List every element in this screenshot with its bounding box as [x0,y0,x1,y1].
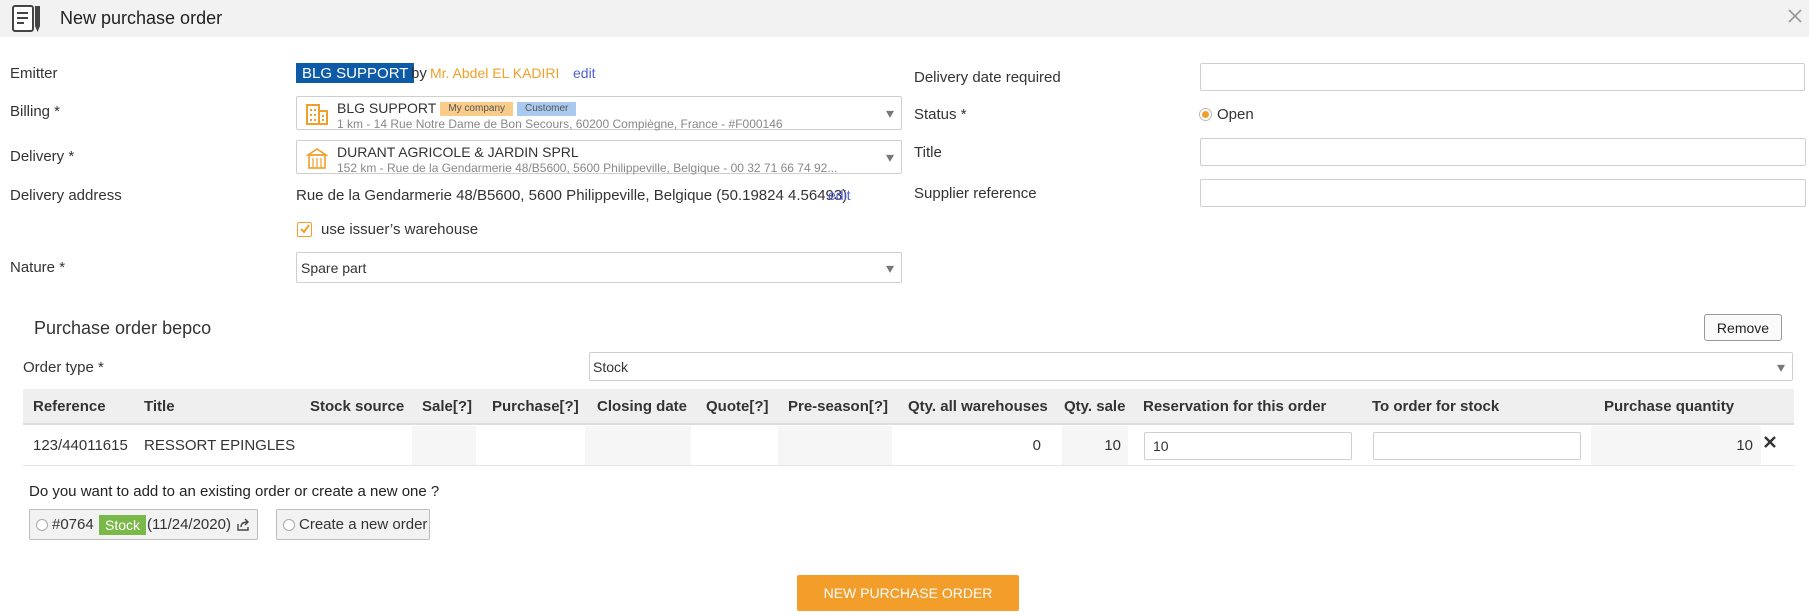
col-pre-season[interactable]: Pre-season[?] [788,398,888,415]
col-quote-text: Quote [706,398,750,415]
cell-pre-season [778,426,892,465]
title-label: Title [914,144,942,161]
help-marker[interactable]: [?] [453,398,472,415]
new-order-label: Create a new order [299,516,428,533]
nature-label: Nature * [10,259,66,276]
to-order-for-stock-input[interactable] [1373,432,1581,460]
building-icon [306,104,328,125]
cell-qty-sale: 10 [1104,437,1121,454]
existing-order-number: #0764 [52,516,94,533]
emitter-label: Emitter [10,65,58,82]
col-reservation[interactable]: Reservation for this order [1143,398,1326,415]
billing-select[interactable]: BLG SUPPORT My company Customer 1 km - 14 … [296,96,902,131]
customer-badge: Customer [517,102,577,116]
table-row: 123/44011615 RESSORT EPINGLES 0 10 10 [23,426,1794,466]
delivery-select[interactable]: DURANT AGRICOLE & JARDIN SPRL 152 km - R… [296,140,902,175]
billing-label: Billing * [10,103,61,120]
new-purchase-order-button[interactable]: NEW PURCHASE ORDER [797,575,1019,611]
emitter-by-text: by [411,65,427,82]
delivery-address-edit-link[interactable]: edit [828,187,851,203]
chevron-down-icon[interactable] [886,110,894,118]
billing-detail: 1 km - 14 Rue Notre Dame de Bon Secours,… [337,117,783,131]
nature-value: Spare part [301,260,367,276]
delivery-label: Delivery * [10,148,75,165]
delivery-address-value: Rue de la Gendarmerie 48/B5600, 5600 Phi… [296,187,848,204]
emitter-company-tag: BLG SUPPORT [296,63,415,83]
window-title: New purchase order [60,8,223,28]
col-quote[interactable]: Quote[?] [706,398,769,415]
order-type-select[interactable]: Stock [589,352,1793,381]
col-qty-sale[interactable]: Qty. sale [1064,398,1125,415]
col-purchase-quantity[interactable]: Purchase quantity [1604,398,1734,415]
cell-title: RESSORT EPINGLES [144,437,296,454]
status-open-radio[interactable] [1199,108,1212,121]
col-title[interactable]: Title [144,398,175,415]
cell-closing-date [585,426,691,465]
new-order-radio[interactable] [283,519,295,531]
existing-order-date: (11/24/2020) [147,516,231,533]
remove-button[interactable]: Remove [1704,314,1782,341]
delivery-date-label: Delivery date required [914,69,1061,86]
help-marker[interactable]: [?] [560,398,579,415]
status-label: Status * [914,106,967,123]
cell-sale [412,426,476,465]
supplier-reference-input[interactable] [1200,179,1806,207]
window-titlebar: New purchase order [0,0,1809,37]
chevron-down-icon[interactable] [886,154,894,162]
col-qty-all-warehouses[interactable]: Qty. all warehouses [908,398,1048,415]
help-marker[interactable]: [?] [869,398,888,415]
help-marker[interactable]: [?] [749,398,768,415]
col-stock-source[interactable]: Stock source [310,398,404,415]
billing-name: BLG SUPPORT My company Customer [337,100,577,116]
delivery-name: DURANT AGRICOLE & JARDIN SPRL [337,144,579,160]
use-warehouse-label[interactable]: use issuer’s warehouse [321,221,478,238]
emitter-edit-link[interactable]: edit [573,65,596,81]
delete-row-icon[interactable] [1763,435,1777,449]
chevron-down-icon[interactable] [886,265,894,273]
stock-badge: Stock [99,515,147,535]
col-to-order-for-stock[interactable]: To order for stock [1372,398,1499,415]
existing-order-option[interactable]: #0764 Stock (11/24/2020) [29,509,258,540]
close-icon[interactable] [1785,6,1805,26]
supplier-reference-label: Supplier reference [914,185,1037,202]
col-sale-text: Sale [422,398,453,415]
add-or-create-question: Do you want to add to an existing order … [29,483,440,500]
status-value[interactable]: Open [1217,106,1254,123]
col-pre-season-text: Pre-season [788,398,869,415]
emitter-person-link[interactable]: Mr. Abdel EL KADIRI [430,65,559,81]
reservation-input[interactable] [1144,432,1352,460]
cell-qty-all-warehouses: 0 [1032,437,1041,454]
my-company-badge: My company [440,102,514,116]
order-type-label: Order type * [23,359,104,376]
col-sale[interactable]: Sale[?] [422,398,472,415]
delivery-date-input[interactable] [1200,63,1805,91]
delivery-detail: 152 km - Rue de la Gendarmerie 48/B5600,… [337,161,838,175]
delivery-address-label: Delivery address [10,187,122,204]
table-header: Reference Title Stock source Sale[?] Pur… [23,389,1794,425]
chevron-down-icon[interactable] [1777,364,1785,372]
title-input[interactable] [1200,138,1806,166]
cell-purchase-quantity: 10 [1736,437,1753,454]
col-purchase-text: Purchase [492,398,560,415]
order-type-value: Stock [593,359,629,375]
warehouse-icon [305,148,329,169]
new-order-option[interactable]: Create a new order [276,509,430,540]
purchase-order-icon [12,5,40,32]
existing-order-radio[interactable] [36,519,48,531]
use-warehouse-checkbox[interactable] [297,222,312,237]
col-purchase[interactable]: Purchase[?] [492,398,579,415]
checkmark-icon [300,224,310,234]
cell-reference: 123/44011615 [33,437,128,454]
col-reference[interactable]: Reference [33,398,106,415]
billing-name-text: BLG SUPPORT [337,100,437,116]
nature-select[interactable]: Spare part [296,252,902,283]
section-title: Purchase order bepco [34,318,212,338]
share-icon[interactable] [236,518,251,532]
col-closing-date[interactable]: Closing date [597,398,687,415]
